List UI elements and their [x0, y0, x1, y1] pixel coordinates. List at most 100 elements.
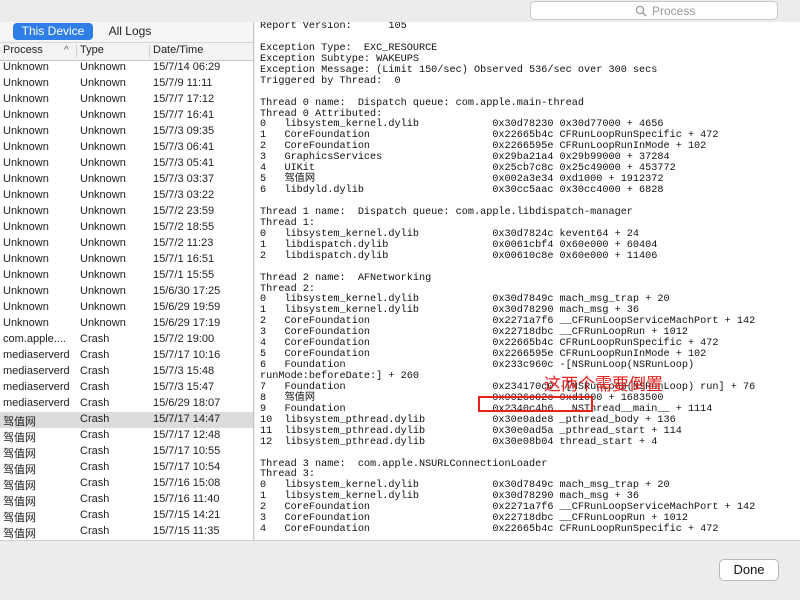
table-row[interactable]: Unknown Unknown 15/7/9 11:11	[0, 76, 253, 92]
type-cell: Unknown	[80, 237, 126, 249]
datetime-cell: 15/7/15 11:35	[153, 525, 220, 537]
type-cell: Crash	[80, 413, 110, 425]
datetime-cell: 15/6/30 17:25	[153, 285, 221, 297]
process-cell: Unknown	[3, 189, 49, 201]
type-cell: Unknown	[80, 301, 126, 313]
type-cell: Crash	[80, 493, 110, 505]
table-row[interactable]: Unknown Unknown 15/7/1 15:55	[0, 268, 253, 284]
process-cell: mediaserverd	[3, 381, 70, 393]
process-cell: Unknown	[3, 157, 49, 169]
search-placeholder: Process	[652, 4, 696, 18]
sort-ascending-icon: ^	[64, 45, 69, 56]
report-line	[260, 88, 755, 99]
table-row[interactable]: 驾值网 Crash 15/7/16 11:40	[0, 492, 253, 508]
table-row[interactable]: 驾值网 Crash 15/7/17 12:48	[0, 428, 253, 444]
report-line: Report Version: 105	[260, 22, 407, 32]
table-row[interactable]: Unknown Unknown 15/7/14 06:29	[0, 60, 253, 76]
done-button[interactable]: Done	[719, 559, 779, 581]
table-row[interactable]: 驾值网 Crash 15/7/17 14:47	[0, 412, 253, 428]
footer-bar: Done	[0, 540, 800, 600]
table-row[interactable]: Unknown Unknown 15/7/7 17:12	[0, 92, 253, 108]
table-row[interactable]: Unknown Unknown 15/7/3 09:35	[0, 124, 253, 140]
all-logs-tab[interactable]: All Logs	[98, 23, 162, 40]
datetime-cell: 15/6/29 18:07	[153, 397, 221, 409]
table-row[interactable]: Unknown Unknown 15/7/3 05:41	[0, 156, 253, 172]
report-line: 2 libdispatch.dylib 0x00610c8e 0x60e000 …	[260, 250, 658, 262]
type-cell: Unknown	[80, 285, 126, 297]
type-cell: Crash	[80, 365, 110, 377]
type-cell: Crash	[80, 397, 110, 409]
type-cell: Unknown	[80, 317, 126, 329]
table-row[interactable]: Unknown Unknown 15/7/7 16:41	[0, 108, 253, 124]
table-row[interactable]: 驾值网 Crash 15/7/15 11:35	[0, 524, 253, 540]
table-row[interactable]: Unknown Unknown 15/7/2 23:59	[0, 204, 253, 220]
report-line: 12 libsystem_pthread.dylib 0x30e08b04 th…	[260, 436, 658, 448]
table-row[interactable]: Unknown Unknown 15/6/29 17:19	[0, 316, 253, 332]
type-cell: Crash	[80, 429, 110, 441]
table-row[interactable]: Unknown Unknown 15/7/2 11:23	[0, 236, 253, 252]
table-row[interactable]: Unknown Unknown 15/7/3 03:37	[0, 172, 253, 188]
type-column-header[interactable]: Type	[80, 44, 104, 56]
type-cell: Crash	[80, 477, 110, 489]
toolbar: Process	[0, 0, 800, 22]
crash-report-text: Report Version: 105 Exception Type: EXC_R…	[260, 22, 755, 536]
datetime-cell: 15/7/2 19:00	[153, 333, 215, 345]
table-row[interactable]: Unknown Unknown 15/7/3 06:41	[0, 140, 253, 156]
process-cell: Unknown	[3, 61, 49, 73]
datetime-cell: 15/7/2 18:55	[153, 221, 215, 233]
report-line	[260, 449, 755, 460]
table-row[interactable]: Unknown Unknown 15/7/2 18:55	[0, 220, 253, 236]
this-device-tab[interactable]: This Device	[13, 23, 93, 40]
process-cell: Unknown	[3, 221, 49, 233]
datetime-cell: 15/7/1 16:51	[153, 253, 215, 265]
type-cell: Crash	[80, 461, 110, 473]
datetime-cell: 15/7/7 17:12	[153, 93, 215, 105]
process-cell: 驾值网	[3, 512, 36, 524]
table-row[interactable]: mediaserverd Crash 15/7/3 15:48	[0, 364, 253, 380]
process-cell: mediaserverd	[3, 349, 70, 361]
column-divider[interactable]	[149, 45, 150, 58]
table-row[interactable]: 驾值网 Crash 15/7/17 10:55	[0, 444, 253, 460]
table-row[interactable]: mediaserverd Crash 15/6/29 18:07	[0, 396, 253, 412]
report-line: Thread 3 name: com.apple.NSURLConnection…	[260, 458, 548, 470]
table-row[interactable]: 驾值网 Crash 15/7/17 10:54	[0, 460, 253, 476]
type-cell: Unknown	[80, 205, 126, 217]
process-cell: Unknown	[3, 173, 49, 185]
table-row[interactable]: 驾值网 Crash 15/7/15 14:21	[0, 508, 253, 524]
table-row[interactable]: mediaserverd Crash 15/7/3 15:47	[0, 380, 253, 396]
report-line: Triggered by Thread: 0	[260, 75, 401, 87]
process-column-header[interactable]: Process	[3, 44, 43, 56]
search-icon	[635, 5, 647, 17]
crash-log-table-body: Unknown Unknown 15/7/14 06:29 Unknown Unknow…	[0, 60, 253, 540]
table-row[interactable]: Unknown Unknown 15/7/3 03:22	[0, 188, 253, 204]
search-input[interactable]: Process	[530, 1, 778, 20]
table-row[interactable]: mediaserverd Crash 15/7/17 10:16	[0, 348, 253, 364]
datetime-cell: 15/7/2 23:59	[153, 205, 215, 217]
process-cell: 驾值网	[3, 448, 36, 460]
table-row[interactable]: Unknown Unknown 15/6/30 17:25	[0, 284, 253, 300]
datetime-cell: 15/6/29 19:59	[153, 301, 221, 313]
table-row[interactable]: 驾值网 Crash 15/7/16 15:08	[0, 476, 253, 492]
datetime-cell: 15/7/2 11:23	[153, 237, 214, 249]
type-cell: Unknown	[80, 269, 126, 281]
process-cell: Unknown	[3, 269, 49, 281]
type-cell: Crash	[80, 445, 110, 457]
process-cell: Unknown	[3, 125, 49, 137]
process-cell: 驾值网	[3, 432, 36, 444]
column-divider[interactable]	[76, 45, 77, 58]
table-row[interactable]: Unknown Unknown 15/6/29 19:59	[0, 300, 253, 316]
report-line: 11 libsystem_pthread.dylib 0x30e0ad5a _p…	[260, 425, 682, 437]
type-cell: Unknown	[80, 253, 126, 265]
datetime-cell: 15/7/15 14:21	[153, 509, 221, 521]
process-cell: 驾值网	[3, 528, 36, 540]
datetime-cell: 15/7/1 15:55	[153, 269, 215, 281]
datetime-cell: 15/7/3 05:41	[153, 157, 215, 169]
table-row[interactable]: Unknown Unknown 15/7/1 16:51	[0, 252, 253, 268]
report-line: 4 CoreFoundation 0x22665b4c CFRunLoopRun…	[260, 524, 719, 536]
datetime-column-header[interactable]: Date/Time	[153, 44, 203, 56]
report-line: Thread 2 name: AFNetworking	[260, 272, 432, 284]
table-row[interactable]: com.apple.... Crash 15/7/2 19:00	[0, 332, 253, 348]
datetime-cell: 15/7/3 09:35	[153, 125, 215, 137]
process-cell: Unknown	[3, 301, 49, 313]
type-cell: Unknown	[80, 189, 126, 201]
